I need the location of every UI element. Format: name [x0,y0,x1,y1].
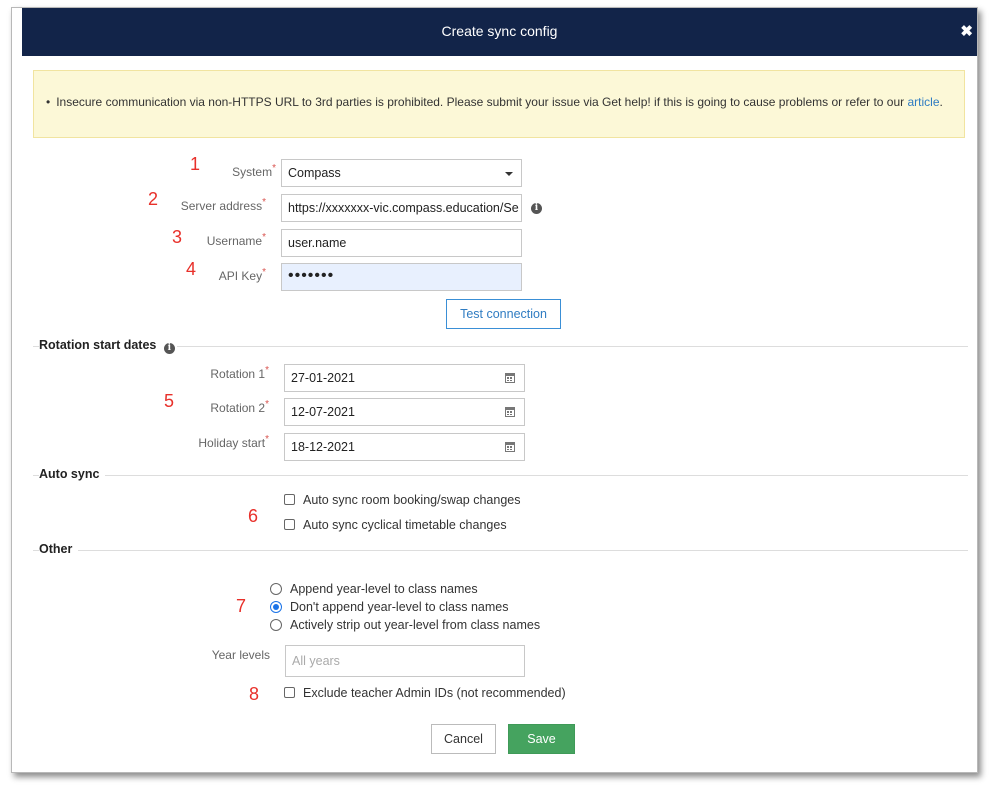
rotation1-date-input[interactable]: 27-01-2021 [284,364,525,392]
auto-sync-section-header: Auto sync [33,467,968,483]
holiday-start-date-input[interactable]: 18-12-2021 [284,433,525,461]
required-mark: * [272,163,276,174]
username-input[interactable]: user.name [281,229,522,257]
rotation2-label: Rotation 2* [162,399,269,415]
warning-notice: • Insecure communication via non-HTTPS UR… [33,70,965,138]
system-label-text: System [232,165,273,179]
api-key-input[interactable]: ••••••• [281,263,522,291]
notice-bullet: • [46,95,51,109]
rotation2-label-text: Rotation 2 [210,401,266,415]
auto-sync-room-booking-checkbox[interactable] [284,494,295,505]
article-link[interactable]: article [908,95,940,109]
other-section-title: Other [39,542,79,556]
required-mark: * [262,197,266,208]
calendar-icon[interactable] [505,407,515,417]
notice-message: Insecure communication via non-HTTPS URL… [56,95,905,109]
cancel-button[interactable]: Cancel [431,724,496,754]
required-mark: * [265,399,269,410]
annotation-number-7: 7 [236,596,247,616]
annotation-number-2: 2 [148,189,159,209]
exclude-admin-ids-label: Exclude teacher Admin IDs (not recommend… [303,686,566,700]
calendar-icon[interactable] [505,442,515,452]
test-connection-button[interactable]: Test connection [446,299,561,329]
required-mark: * [265,365,269,376]
rotation1-date-value: 27-01-2021 [291,371,355,385]
rotation2-date-value: 12-07-2021 [291,405,355,419]
strip-year-level-radio[interactable] [270,619,282,631]
rotation1-label-text: Rotation 1 [210,367,266,381]
server-address-label-text: Server address [180,199,263,213]
year-levels-input[interactable]: All years [285,645,525,677]
annotation-number-6: 6 [248,506,259,526]
username-label-text: Username [206,234,263,248]
info-icon[interactable]: i [531,203,542,214]
dont-append-year-level-radio[interactable] [270,601,282,613]
annotation-number-8: 8 [249,684,260,704]
server-address-input[interactable]: https://xxxxxxx-vic.compass.education/Se [281,194,522,222]
notice-suffix: . [939,95,943,109]
info-icon[interactable]: i [163,343,175,354]
auto-sync-section-title: Auto sync [39,467,106,481]
required-mark: * [262,232,266,243]
dialog-frame: Create sync config ✖ • Insecure communica… [11,7,978,773]
system-label: System* [172,163,276,179]
notice-text: • Insecure communication via non-HTTPS UR… [46,93,944,112]
exclude-admin-ids-checkbox[interactable] [284,687,295,698]
required-mark: * [265,434,269,445]
rotation1-label: Rotation 1* [162,365,269,381]
holiday-start-label-text: Holiday start [198,436,266,450]
save-button[interactable]: Save [508,724,575,754]
auto-sync-cyclical-label: Auto sync cyclical timetable changes [303,518,507,532]
rotation-section-header: Rotation start dates i [33,338,968,354]
holiday-start-label: Holiday start* [162,434,269,450]
append-year-level-radio[interactable] [270,583,282,595]
append-year-level-label: Append year-level to class names [290,582,478,596]
strip-year-level-label: Actively strip out year-level from class… [290,618,541,632]
section-divider [33,550,968,551]
api-key-label-text: API Key [218,269,263,283]
rotation-section-title: Rotation start dates i [39,338,177,354]
year-levels-label: Year levels [211,648,270,662]
holiday-start-date-value: 18-12-2021 [291,440,355,454]
server-address-label: Server address* [162,197,266,213]
rotation2-date-input[interactable]: 12-07-2021 [284,398,525,426]
auto-sync-room-booking-label: Auto sync room booking/swap changes [303,493,521,507]
dialog-header: Create sync config ✖ [22,8,977,56]
section-divider [33,475,968,476]
year-levels-placeholder: All years [292,654,340,668]
rotation-section-title-text: Rotation start dates [39,338,157,352]
username-label: Username* [162,232,266,248]
dont-append-year-level-label: Don't append year-level to class names [290,600,509,614]
auto-sync-cyclical-checkbox[interactable] [284,519,295,530]
close-icon[interactable]: ✖ [960,22,973,40]
api-key-label: API Key* [162,267,266,283]
other-section-header: Other [33,542,968,558]
system-select[interactable]: Compass [281,159,522,187]
dialog-title: Create sync config [441,23,558,39]
calendar-icon[interactable] [505,373,515,383]
required-mark: * [262,267,266,278]
